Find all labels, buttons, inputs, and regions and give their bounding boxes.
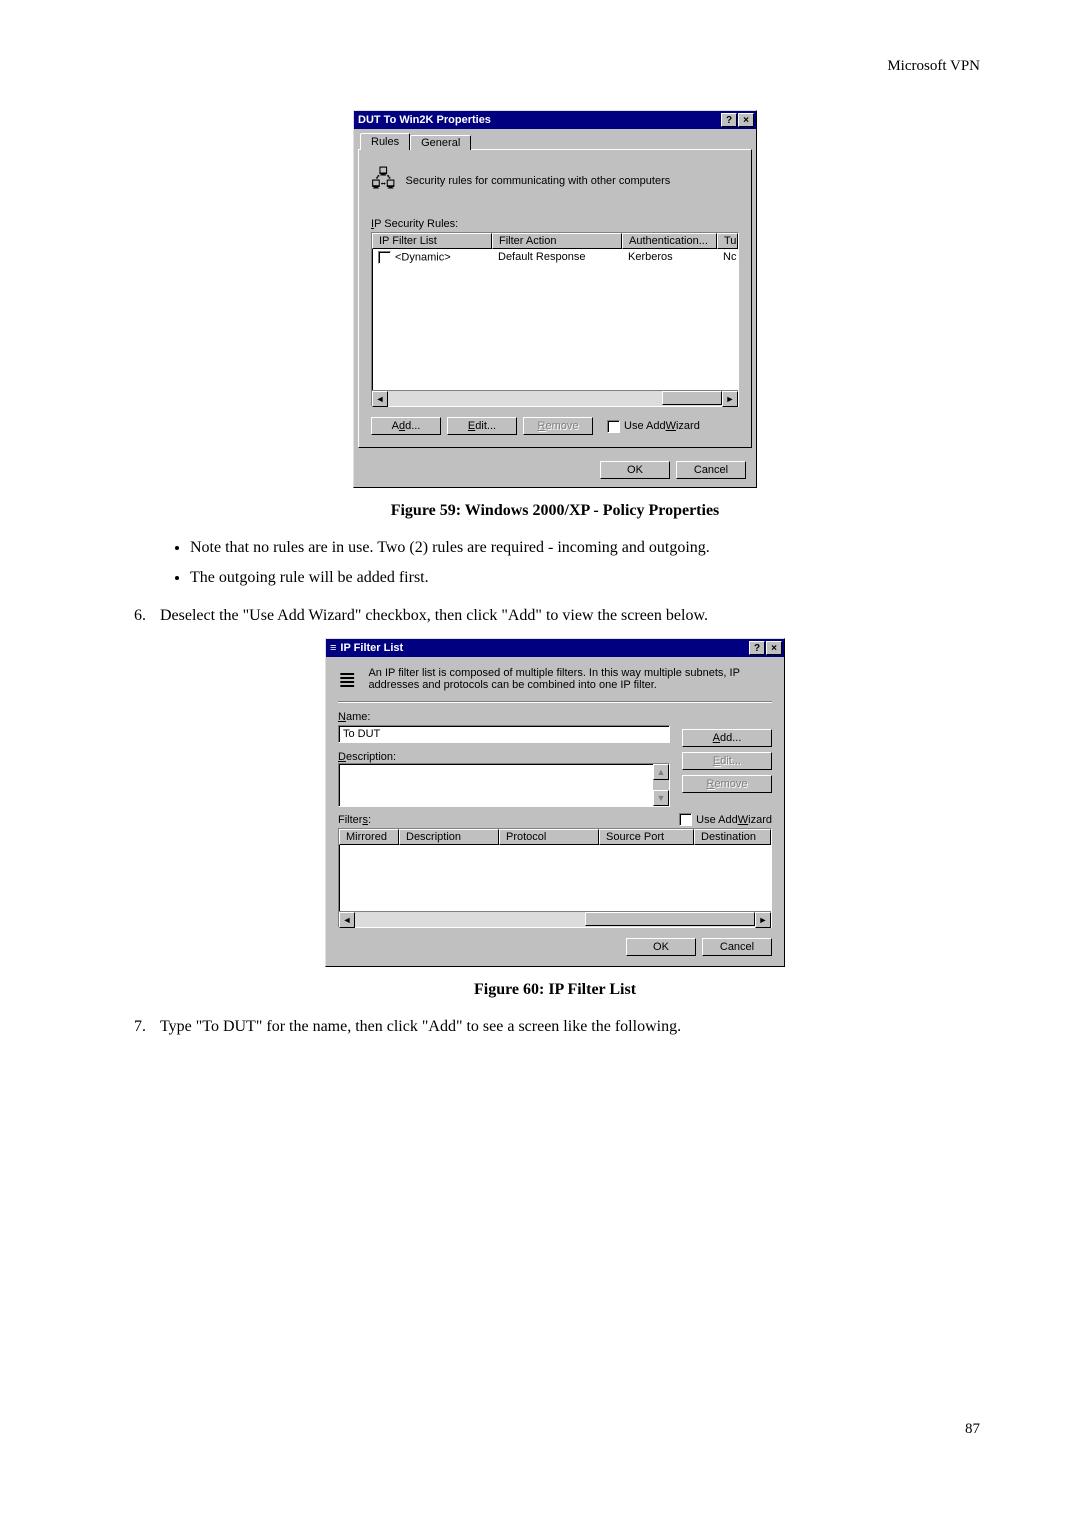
name-input[interactable] <box>338 725 670 743</box>
tab-panel-rules: 🖧 Security rules for communicating with … <box>358 149 752 448</box>
col-destination[interactable]: Destination <box>694 829 771 845</box>
use-add-wizard-checkbox[interactable]: Use Add Wizard <box>679 813 772 826</box>
scroll-right-icon[interactable]: ► <box>722 391 738 407</box>
help-button[interactable]: ? <box>721 113 737 127</box>
description-input[interactable]: ▲ ▼ <box>338 763 670 807</box>
figure-caption-59: Figure 59: Windows 2000/XP - Policy Prop… <box>130 502 980 520</box>
bullet-item: Note that no rules are in use. Two (2) r… <box>190 536 980 560</box>
edit-button: Edit... <box>682 752 772 770</box>
col-mirrored[interactable]: Mirrored <box>339 829 399 845</box>
step-item: Type "To DUT" for the name, then click "… <box>150 1015 980 1039</box>
col-tunnel[interactable]: Tu <box>717 233 738 249</box>
figure-caption-60: Figure 60: IP Filter List <box>130 981 980 999</box>
help-button[interactable]: ? <box>749 641 765 655</box>
scroll-left-icon[interactable]: ◄ <box>372 391 388 407</box>
scroll-down-icon: ▼ <box>653 790 669 806</box>
properties-dialog: DUT To Win2K Properties ? × Rules Genera… <box>353 110 757 488</box>
tab-rules[interactable]: Rules <box>360 133 410 150</box>
intro-text: Security rules for communicating with ot… <box>406 175 671 187</box>
col-source-port[interactable]: Source Port <box>599 829 694 845</box>
page-header: Microsoft VPN <box>887 58 980 75</box>
page-content: DUT To Win2K Properties ? × Rules Genera… <box>130 110 980 1049</box>
edit-button[interactable]: Edit... <box>447 417 517 435</box>
ok-button[interactable]: OK <box>600 461 670 479</box>
remove-button: Remove <box>682 775 772 793</box>
titlebar-title: IP Filter List <box>340 642 403 654</box>
filter-icon: ≣ <box>338 667 356 693</box>
filters-list[interactable]: Mirrored Description Protocol Source Por… <box>338 828 772 928</box>
ok-button[interactable]: OK <box>626 938 696 956</box>
scroll-right-icon[interactable]: ► <box>755 912 771 928</box>
scroll-left-icon[interactable]: ◄ <box>339 912 355 928</box>
page-number: 87 <box>965 1421 980 1438</box>
intro-text: An IP filter list is composed of multipl… <box>368 667 772 691</box>
close-button[interactable]: × <box>738 113 754 127</box>
add-button[interactable]: Add... <box>371 417 441 435</box>
close-button[interactable]: × <box>766 641 782 655</box>
use-add-wizard-checkbox[interactable]: Use Add Wizard <box>607 420 700 433</box>
col-protocol[interactable]: Protocol <box>499 829 599 845</box>
add-button[interactable]: Add... <box>682 729 772 747</box>
cancel-button[interactable]: Cancel <box>676 461 746 479</box>
list-label: IP Security Rules: <box>371 218 739 230</box>
scroll-thumb[interactable] <box>662 391 722 405</box>
tab-general[interactable]: General <box>410 135 471 150</box>
horizontal-scrollbar[interactable]: ◄ ► <box>372 390 738 406</box>
row-checkbox[interactable] <box>378 251 391 264</box>
cell: Default Response <box>492 250 622 265</box>
horizontal-scrollbar[interactable]: ◄ ► <box>339 911 771 927</box>
ip-security-rules-list[interactable]: IP Filter List Filter Action Authenticat… <box>371 232 739 407</box>
tab-strip: Rules General <box>354 129 756 150</box>
titlebar-title: DUT To Win2K Properties <box>358 114 491 126</box>
cell: Nc <box>717 250 738 265</box>
step-item: Deselect the "Use Add Wizard" checkbox, … <box>150 604 980 628</box>
cell: Kerberos <box>622 250 717 265</box>
scroll-up-icon: ▲ <box>653 764 669 780</box>
filters-label: Filters: <box>338 814 371 826</box>
network-icon: 🖧 <box>371 162 396 200</box>
bullet-item: The outgoing rule will be added first. <box>190 566 980 590</box>
dialog-icon: ≡ <box>330 642 336 654</box>
name-label: Name: <box>338 711 670 723</box>
cancel-button[interactable]: Cancel <box>702 938 772 956</box>
cell: <Dynamic> <box>395 251 451 263</box>
titlebar: DUT To Win2K Properties ? × <box>354 111 756 129</box>
scroll-thumb[interactable] <box>585 912 755 926</box>
titlebar: ≡ IP Filter List ? × <box>326 639 784 657</box>
col-ip-filter-list[interactable]: IP Filter List <box>372 233 492 249</box>
col-filter-action[interactable]: Filter Action <box>492 233 622 249</box>
col-auth[interactable]: Authentication... <box>622 233 717 249</box>
ip-filter-list-dialog: ≡ IP Filter List ? × ≣ An IP filter list … <box>325 638 785 967</box>
description-label: Description: <box>338 751 670 763</box>
remove-button: Remove <box>523 417 593 435</box>
table-row[interactable]: <Dynamic> Default Response Kerberos Nc <box>372 249 738 266</box>
col-description[interactable]: Description <box>399 829 499 845</box>
